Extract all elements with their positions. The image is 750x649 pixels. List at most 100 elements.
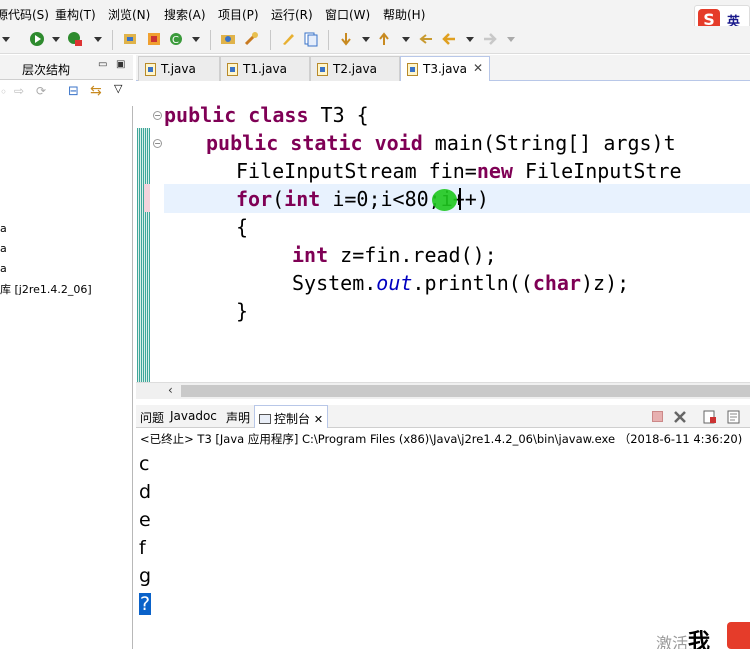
- forward-dropdown-icon[interactable]: [507, 37, 515, 42]
- scroll-lock-icon[interactable]: [702, 409, 718, 425]
- code-editor[interactable]: − − public class T3 { public static void…: [136, 81, 750, 382]
- new-wizard-icon[interactable]: C: [168, 31, 184, 47]
- new-package-icon[interactable]: [122, 31, 138, 47]
- list-item[interactable]: a: [0, 242, 7, 255]
- menu-help[interactable]: 帮助(H): [383, 6, 425, 23]
- maximize-icon[interactable]: ▣: [116, 59, 125, 70]
- java-file-icon: [407, 63, 418, 76]
- output-line: f: [139, 537, 146, 559]
- terminate-icon[interactable]: [652, 411, 663, 422]
- output-line: ?: [139, 590, 152, 618]
- external-dropdown-icon[interactable]: [94, 37, 102, 42]
- scrollbar-thumb[interactable]: [181, 385, 750, 397]
- code-line: }: [236, 299, 249, 323]
- tab-t1-java[interactable]: T1.java: [220, 56, 310, 81]
- menu-navigate[interactable]: 浏览(N): [108, 6, 150, 23]
- scroll-left-icon[interactable]: ‹: [168, 383, 173, 397]
- toolbar-separator: [210, 30, 211, 50]
- list-item[interactable]: a: [0, 222, 7, 235]
- clear-console-icon[interactable]: [726, 409, 742, 425]
- fold-toggle-icon[interactable]: −: [153, 139, 162, 148]
- close-icon[interactable]: ✕: [473, 61, 483, 75]
- view-menu-icon[interactable]: ▽: [114, 82, 122, 95]
- tab-t2-java[interactable]: T2.java: [310, 56, 400, 81]
- toolbar-separator: [112, 30, 113, 50]
- open-type-icon[interactable]: [220, 31, 236, 47]
- menu-source[interactable]: 源代码(S): [0, 6, 49, 23]
- watermark-bold-text: 我: [688, 630, 711, 649]
- tab-label: T2.java: [333, 62, 377, 76]
- highlight-icon[interactable]: [280, 31, 296, 47]
- output-line: c: [139, 453, 150, 475]
- back-dropdown-icon[interactable]: [466, 37, 474, 42]
- hierarchy-tab[interactable]: 层次结构 ▭ ▣: [0, 55, 133, 80]
- menu-search[interactable]: 搜索(A): [164, 6, 206, 23]
- fold-toggle-icon[interactable]: −: [153, 111, 162, 120]
- console-tab-bar: 问题 Javadoc 声明 控制台 ✕: [136, 405, 750, 428]
- run-external-icon[interactable]: [67, 31, 83, 47]
- console-output[interactable]: c d e f g ?: [136, 450, 750, 649]
- tab-console[interactable]: 控制台 ✕: [254, 405, 329, 428]
- new-class-icon[interactable]: [146, 31, 162, 47]
- tab-problems[interactable]: 问题: [140, 409, 164, 426]
- link-editor-icon[interactable]: ⇆: [90, 83, 102, 99]
- toggle-block-icon[interactable]: [303, 31, 319, 47]
- new-dropdown-icon[interactable]: [192, 37, 200, 42]
- tab-label: T.java: [161, 62, 196, 76]
- run-dropdown-icon[interactable]: [52, 37, 60, 42]
- tab-t-java[interactable]: T.java: [138, 56, 220, 81]
- watermark-text: 激活: [656, 634, 689, 649]
- hierarchy-tab-label: 层次结构: [22, 63, 71, 77]
- horizontal-scrollbar[interactable]: ‹: [136, 382, 750, 399]
- hierarchy-toolbar: ◦ ⇨ ⟳ ⊟ ⇆ ▽: [0, 80, 133, 106]
- toolbar-separator: [270, 30, 271, 50]
- prev-annotation-icon[interactable]: [376, 31, 392, 47]
- java-file-icon: [145, 63, 156, 76]
- last-edit-icon[interactable]: [418, 31, 434, 47]
- selected-output-char: ?: [139, 593, 152, 615]
- java-file-icon: [227, 63, 238, 76]
- code-line: FileInputStream fin=new FileInputStre: [236, 159, 682, 183]
- menu-refactor[interactable]: 重构(T): [55, 6, 96, 23]
- next-annotation-dropdown-icon[interactable]: [362, 37, 370, 42]
- code-line: public class T3 {: [164, 103, 369, 127]
- console-status-text: <已终止> T3 [Java 应用程序] C:\Program Files (x…: [140, 432, 743, 446]
- code-line: int z=fin.read();: [292, 243, 497, 267]
- forward-icon[interactable]: ⇨: [14, 84, 24, 98]
- menu-run[interactable]: 运行(R): [271, 6, 313, 23]
- change-ruler: [137, 128, 150, 382]
- remove-launches-icon[interactable]: [672, 409, 688, 425]
- menu-project[interactable]: 项目(P): [218, 6, 259, 23]
- list-item[interactable]: 库 [j2re1.4.2_06]: [0, 281, 92, 297]
- output-line: g: [139, 565, 152, 587]
- prev-annotation-dropdown-icon[interactable]: [402, 37, 410, 42]
- refresh-icon[interactable]: ⟳: [36, 84, 46, 98]
- debug-icon[interactable]: [29, 31, 45, 47]
- back-icon[interactable]: [441, 31, 457, 47]
- close-icon[interactable]: ✕: [314, 413, 323, 426]
- forward-icon[interactable]: [482, 31, 498, 47]
- output-line: e: [139, 509, 151, 531]
- tab-javadoc[interactable]: Javadoc: [170, 409, 217, 423]
- search-icon[interactable]: [243, 31, 259, 47]
- tab-declaration[interactable]: 声明: [226, 409, 250, 426]
- output-line: d: [139, 481, 152, 503]
- code-line: {: [236, 215, 249, 239]
- code-line: System.out.println((char)z);: [292, 271, 630, 295]
- tab-t3-java[interactable]: T3.java ✕: [400, 56, 490, 81]
- hierarchy-panel: 层次结构 ▭ ▣ ◦ ⇨ ⟳ ⊟ ⇆ ▽ a a a 库 [j2re1.4.2_…: [0, 55, 133, 649]
- java-file-icon: [317, 63, 328, 76]
- tab-label: T3.java: [423, 62, 467, 76]
- watermark-logo-icon: [727, 622, 750, 649]
- list-item[interactable]: a: [0, 262, 7, 275]
- activation-watermark: 激活我: [656, 624, 710, 649]
- main-toolbar: C: [0, 26, 750, 54]
- collapse-all-icon[interactable]: ⊟: [68, 84, 79, 99]
- menu-window[interactable]: 窗口(W): [325, 6, 370, 23]
- tab-label: T1.java: [243, 62, 287, 76]
- next-annotation-icon[interactable]: [338, 31, 354, 47]
- minimize-icon[interactable]: ▭: [98, 59, 107, 70]
- menu-bar: 源代码(S) 重构(T) 浏览(N) 搜索(A) 项目(P) 运行(R) 窗口(…: [0, 0, 750, 26]
- dropdown-arrow-icon[interactable]: [2, 37, 10, 42]
- history-back-icon[interactable]: ◦: [0, 85, 7, 99]
